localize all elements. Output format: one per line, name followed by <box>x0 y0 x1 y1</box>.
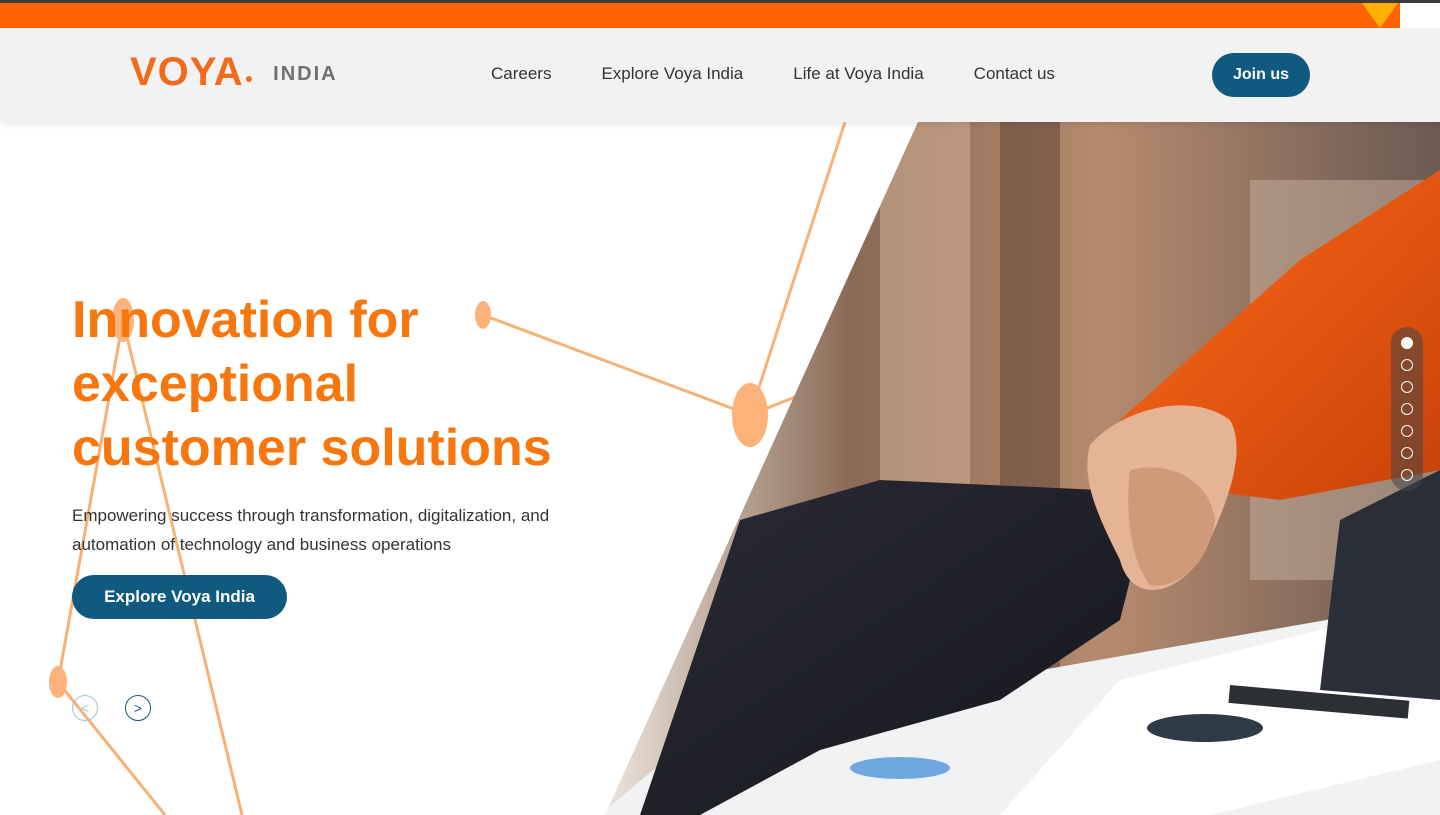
handshake-photo <box>605 122 1440 815</box>
logo-dot-icon: ● <box>244 70 254 86</box>
slide-dot-7[interactable] <box>1401 469 1413 481</box>
logo-sub-text: INDIA <box>273 63 338 85</box>
voya-india-logo[interactable]: VOYA ● INDIA <box>130 52 338 92</box>
hero-subtitle: Empowering success through transformatio… <box>72 506 550 554</box>
site-header: VOYA ● INDIA Careers Explore Voya India … <box>0 28 1440 122</box>
top-banner-stripe <box>0 3 1440 28</box>
hero-headline: Innovation for exceptional customer solu… <box>72 288 552 480</box>
next-slide-button[interactable]: > <box>125 695 151 721</box>
banner-corner <box>1400 3 1440 28</box>
nav-item-contact[interactable]: Contact us <box>974 64 1055 84</box>
slide-dot-1[interactable] <box>1401 337 1413 349</box>
chevron-left-icon: < <box>80 700 90 716</box>
nav-item-explore[interactable]: Explore Voya India <box>601 64 743 84</box>
chevron-right-icon: > <box>133 700 143 716</box>
slide-dot-5[interactable] <box>1401 425 1413 437</box>
nav-item-careers[interactable]: Careers <box>491 64 551 84</box>
banner-accent-triangle <box>1362 3 1398 28</box>
slide-dot-3[interactable] <box>1401 381 1413 393</box>
previous-slide-button[interactable]: < <box>72 695 98 721</box>
explore-voya-india-button[interactable]: Explore Voya India <box>72 575 287 619</box>
join-us-button[interactable]: Join us <box>1212 53 1310 97</box>
slide-dot-6[interactable] <box>1401 447 1413 459</box>
headline-line-2: exceptional <box>72 355 359 413</box>
slide-dot-2[interactable] <box>1401 359 1413 371</box>
main-nav: Careers Explore Voya India Life at Voya … <box>491 64 1055 84</box>
slide-dot-4[interactable] <box>1401 403 1413 415</box>
headline-line-3: customer solutions <box>72 419 552 477</box>
slide-pagination <box>1391 327 1423 491</box>
nav-item-life[interactable]: Life at Voya India <box>793 64 923 84</box>
logo-wordmark: VOYA <box>130 50 244 94</box>
headline-line-1: Innovation for <box>72 291 419 349</box>
